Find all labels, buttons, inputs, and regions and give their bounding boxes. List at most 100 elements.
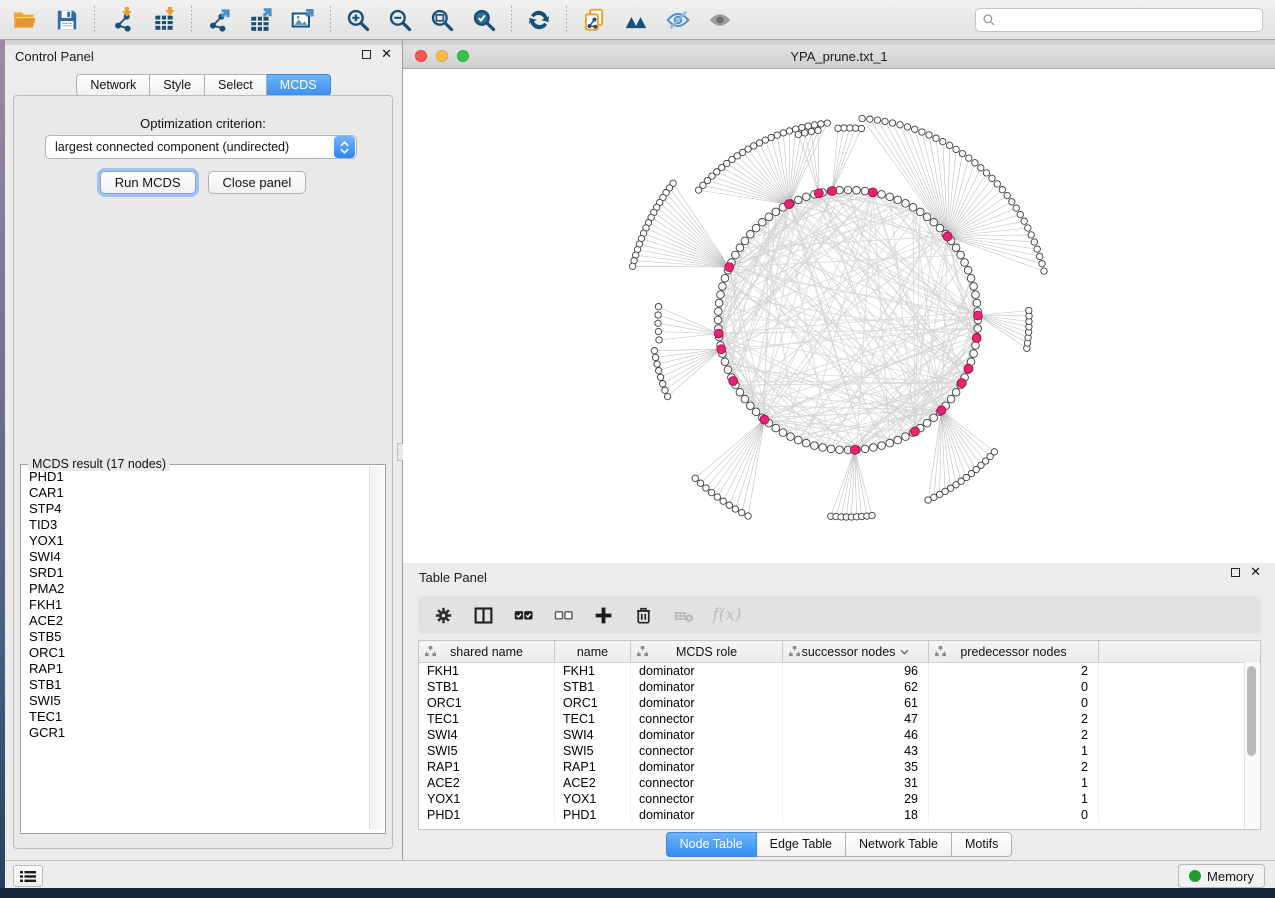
- network-from-selection-button[interactable]: [573, 3, 615, 37]
- tab-motifs[interactable]: Motifs: [952, 832, 1012, 857]
- cell-shared-name[interactable]: FKH1: [419, 663, 555, 679]
- float-panel-icon[interactable]: [362, 50, 371, 59]
- apply-layout-button[interactable]: [518, 3, 560, 37]
- run-mcds-button[interactable]: Run MCDS: [100, 171, 196, 194]
- cell-MCDS-role[interactable]: dominator: [631, 759, 783, 775]
- cell-predecessor-nodes[interactable]: 1: [929, 775, 1099, 791]
- tab-mcds[interactable]: MCDS: [267, 74, 331, 96]
- search-box[interactable]: [975, 8, 1263, 32]
- tab-network-table[interactable]: Network Table: [846, 832, 952, 857]
- cell-name[interactable]: STB1: [555, 679, 631, 695]
- cell-predecessor-nodes[interactable]: 0: [929, 679, 1099, 695]
- column-header-predecessor-nodes[interactable]: predecessor nodes: [929, 641, 1099, 662]
- mcds-node-item[interactable]: STB1: [22, 677, 368, 693]
- cell-MCDS-role[interactable]: connector: [631, 711, 783, 727]
- save-session-button[interactable]: [46, 3, 88, 37]
- delete-column-button[interactable]: [630, 602, 656, 628]
- column-header-MCDS-role[interactable]: MCDS role: [631, 641, 783, 662]
- mcds-node-item[interactable]: SRD1: [22, 565, 368, 581]
- mcds-node-item[interactable]: CAR1: [22, 485, 368, 501]
- cell-successor-nodes[interactable]: 43: [783, 743, 929, 759]
- cell-MCDS-role[interactable]: connector: [631, 743, 783, 759]
- export-table-button[interactable]: [240, 3, 282, 37]
- mcds-node-item[interactable]: RAP1: [22, 661, 368, 677]
- table-row[interactable]: ACE2ACE2connector311: [419, 775, 1260, 791]
- export-network-button[interactable]: [198, 3, 240, 37]
- first-neighbors-button[interactable]: [615, 3, 657, 37]
- criterion-dropdown[interactable]: largest connected component (undirected): [45, 135, 357, 159]
- table-row[interactable]: SWI4SWI4dominator462: [419, 727, 1260, 743]
- cell-predecessor-nodes[interactable]: 2: [929, 711, 1099, 727]
- zoom-fit-button[interactable]: [421, 3, 463, 37]
- cell-successor-nodes[interactable]: 46: [783, 727, 929, 743]
- cell-predecessor-nodes[interactable]: 0: [929, 807, 1099, 823]
- close-panel-icon[interactable]: ✕: [381, 49, 392, 59]
- mcds-node-item[interactable]: GCR1: [22, 725, 368, 741]
- tab-select[interactable]: Select: [205, 74, 267, 96]
- export-image-button[interactable]: [282, 3, 324, 37]
- mcds-node-item[interactable]: SWI5: [22, 693, 368, 709]
- import-network-button[interactable]: [101, 3, 143, 37]
- cell-successor-nodes[interactable]: 29: [783, 791, 929, 807]
- table-row[interactable]: PHD1PHD1dominator180: [419, 807, 1260, 823]
- mcds-node-item[interactable]: PMA2: [22, 581, 368, 597]
- mcds-node-item[interactable]: ORC1: [22, 645, 368, 661]
- cell-shared-name[interactable]: ACE2: [419, 775, 555, 791]
- cell-predecessor-nodes[interactable]: 1: [929, 743, 1099, 759]
- tab-network[interactable]: Network: [76, 74, 150, 96]
- cell-shared-name[interactable]: PHD1: [419, 807, 555, 823]
- zoom-in-button[interactable]: [337, 3, 379, 37]
- window-close-icon[interactable]: [415, 50, 427, 62]
- table-row[interactable]: SWI5SWI5connector431: [419, 743, 1260, 759]
- cell-name[interactable]: YOX1: [555, 791, 631, 807]
- cell-name[interactable]: TEC1: [555, 711, 631, 727]
- table-row[interactable]: ORC1ORC1dominator610: [419, 695, 1260, 711]
- tab-style[interactable]: Style: [150, 74, 205, 96]
- cell-predecessor-nodes[interactable]: 2: [929, 759, 1099, 775]
- mcds-node-item[interactable]: TEC1: [22, 709, 368, 725]
- network-title-bar[interactable]: YPA_prune.txt_1: [403, 45, 1275, 69]
- cell-name[interactable]: SWI4: [555, 727, 631, 743]
- tab-node-table[interactable]: Node Table: [666, 832, 757, 857]
- cell-MCDS-role[interactable]: dominator: [631, 695, 783, 711]
- mcds-node-item[interactable]: SWI4: [22, 549, 368, 565]
- select-all-button[interactable]: [510, 602, 536, 628]
- mcds-list-scrollbar[interactable]: [369, 466, 384, 829]
- column-settings-button[interactable]: [430, 602, 456, 628]
- cell-shared-name[interactable]: ORC1: [419, 695, 555, 711]
- tab-edge-table[interactable]: Edge Table: [757, 832, 846, 857]
- search-input[interactable]: [996, 10, 1256, 30]
- cell-shared-name[interactable]: SWI4: [419, 727, 555, 743]
- table-row[interactable]: TEC1TEC1connector472: [419, 711, 1260, 727]
- import-table-button[interactable]: [143, 3, 185, 37]
- cell-shared-name[interactable]: STB1: [419, 679, 555, 695]
- mcds-node-item[interactable]: STP4: [22, 501, 368, 517]
- table-row[interactable]: RAP1RAP1dominator352: [419, 759, 1260, 775]
- cell-successor-nodes[interactable]: 62: [783, 679, 929, 695]
- memory-button[interactable]: Memory: [1178, 864, 1265, 888]
- split-panel-button[interactable]: [470, 602, 496, 628]
- cell-MCDS-role[interactable]: dominator: [631, 807, 783, 823]
- table-scrollbar-thumb[interactable]: [1247, 666, 1256, 756]
- hide-selected-button[interactable]: [657, 3, 699, 37]
- cell-predecessor-nodes[interactable]: 2: [929, 727, 1099, 743]
- table-scrollbar[interactable]: [1244, 662, 1259, 829]
- close-panel-button[interactable]: Close panel: [208, 171, 307, 194]
- add-column-button[interactable]: [590, 602, 616, 628]
- cell-predecessor-nodes[interactable]: 0: [929, 695, 1099, 711]
- open-file-button[interactable]: [4, 3, 46, 37]
- cell-predecessor-nodes[interactable]: 2: [929, 663, 1099, 679]
- deselect-all-button[interactable]: [550, 602, 576, 628]
- column-header-shared-name[interactable]: shared name: [419, 641, 555, 662]
- column-header-name[interactable]: name: [555, 641, 631, 662]
- cell-shared-name[interactable]: YOX1: [419, 791, 555, 807]
- cell-successor-nodes[interactable]: 35: [783, 759, 929, 775]
- window-minimize-icon[interactable]: [436, 50, 448, 62]
- panel-menu-button[interactable]: [13, 865, 43, 887]
- cell-shared-name[interactable]: SWI5: [419, 743, 555, 759]
- mcds-node-item[interactable]: TID3: [22, 517, 368, 533]
- mcds-node-item[interactable]: PHD1: [22, 469, 368, 485]
- table-row[interactable]: YOX1YOX1connector291: [419, 791, 1260, 807]
- cell-name[interactable]: RAP1: [555, 759, 631, 775]
- mcds-node-item[interactable]: STB5: [22, 629, 368, 645]
